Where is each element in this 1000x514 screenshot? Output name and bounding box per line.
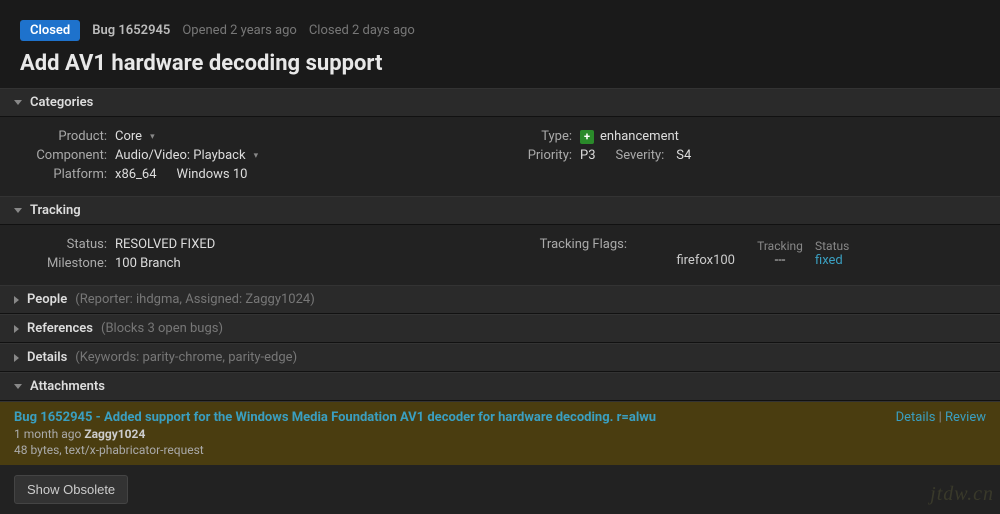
- platform-label: Platform:: [20, 167, 115, 182]
- references-header[interactable]: References (Blocks 3 open bugs): [0, 314, 1000, 343]
- people-title: People: [27, 292, 67, 307]
- details-summary: (Keywords: parity-chrome, parity-edge): [75, 350, 297, 365]
- priority-value: P3 Severity: S4: [580, 148, 691, 163]
- details-title: Details: [27, 350, 67, 365]
- caret-down-icon: ▾: [254, 151, 259, 161]
- tracking-col-status: Status: [815, 239, 875, 253]
- product-value[interactable]: Core▾: [115, 129, 155, 144]
- opened-label: Opened 2 years ago: [182, 23, 296, 38]
- show-obsolete-button[interactable]: Show Obsolete: [14, 475, 128, 504]
- closed-label: Closed 2 days ago: [309, 23, 415, 38]
- status-badge: Closed: [20, 20, 80, 41]
- chevron-right-icon: [14, 325, 19, 333]
- attachment-details-link[interactable]: Details: [896, 410, 936, 425]
- people-summary: (Reporter: ihdgma, Assigned: Zaggy1024): [75, 292, 314, 307]
- attachment-item: Details | Review Bug 1652945 - Added sup…: [0, 401, 1000, 465]
- tracking-body: Status: RESOLVED FIXED Milestone: 100 Br…: [0, 225, 1000, 285]
- attachment-size: 48 bytes, text/x-phabricator-request: [14, 443, 986, 457]
- attachment-title-link[interactable]: Bug 1652945 - Added support for the Wind…: [14, 410, 986, 425]
- severity-label: Severity:: [616, 148, 665, 163]
- categories-title: Categories: [30, 95, 93, 110]
- caret-down-icon: ▾: [150, 132, 155, 142]
- attachment-author[interactable]: Zaggy1024: [84, 427, 145, 441]
- bug-meta-row: Closed Bug 1652945 Opened 2 years ago Cl…: [20, 20, 980, 41]
- chevron-down-icon: [14, 384, 22, 389]
- watermark: jtdw.cn: [930, 483, 994, 506]
- product-label: Product:: [20, 129, 115, 144]
- attachments-footer: Show Obsolete: [0, 465, 1000, 514]
- platform-value: x86_64Windows 10: [115, 167, 247, 182]
- status-label: Status:: [20, 237, 115, 252]
- people-header[interactable]: People (Reporter: ihdgma, Assigned: Zagg…: [0, 285, 1000, 314]
- tracking-flags-table: Tracking Status firefox100 --- fixed: [635, 239, 875, 268]
- tracking-flags-label: Tracking Flags:: [500, 237, 635, 268]
- milestone-label: Milestone:: [20, 256, 115, 271]
- component-label: Component:: [20, 148, 115, 163]
- component-value[interactable]: Audio/Video: Playback▾: [115, 148, 258, 163]
- status-value: RESOLVED FIXED: [115, 237, 215, 252]
- type-label: Type:: [500, 129, 580, 144]
- categories-body: Product: Core▾ Component: Audio/Video: P…: [0, 117, 1000, 196]
- chevron-right-icon: [14, 296, 19, 304]
- enhancement-icon: +: [580, 130, 594, 144]
- tracking-title: Tracking: [30, 203, 81, 218]
- bug-id: Bug 1652945: [92, 23, 170, 38]
- details-header[interactable]: Details (Keywords: parity-chrome, parity…: [0, 343, 1000, 372]
- tracking-row-status[interactable]: fixed: [815, 253, 875, 268]
- tracking-col-tracking: Tracking: [745, 239, 815, 253]
- page-title: Add AV1 hardware decoding support: [20, 51, 980, 76]
- priority-label: Priority:: [500, 148, 580, 163]
- chevron-down-icon: [14, 100, 22, 105]
- attachment-age: 1 month ago: [14, 427, 81, 441]
- attachments-header[interactable]: Attachments: [0, 372, 1000, 401]
- tracking-header[interactable]: Tracking: [0, 196, 1000, 225]
- bug-header: Closed Bug 1652945 Opened 2 years ago Cl…: [0, 0, 1000, 88]
- chevron-right-icon: [14, 354, 19, 362]
- chevron-down-icon: [14, 208, 22, 213]
- attachments-title: Attachments: [30, 379, 105, 394]
- severity-value: S4: [676, 148, 691, 163]
- tracking-row-release: firefox100: [635, 253, 745, 268]
- references-title: References: [27, 321, 93, 336]
- categories-header[interactable]: Categories: [0, 88, 1000, 117]
- attachment-review-link[interactable]: Review: [945, 410, 986, 425]
- type-value: + enhancement: [580, 129, 679, 144]
- tracking-row-tracking: ---: [745, 253, 815, 268]
- references-summary: (Blocks 3 open bugs): [101, 321, 223, 336]
- milestone-value: 100 Branch: [115, 256, 181, 271]
